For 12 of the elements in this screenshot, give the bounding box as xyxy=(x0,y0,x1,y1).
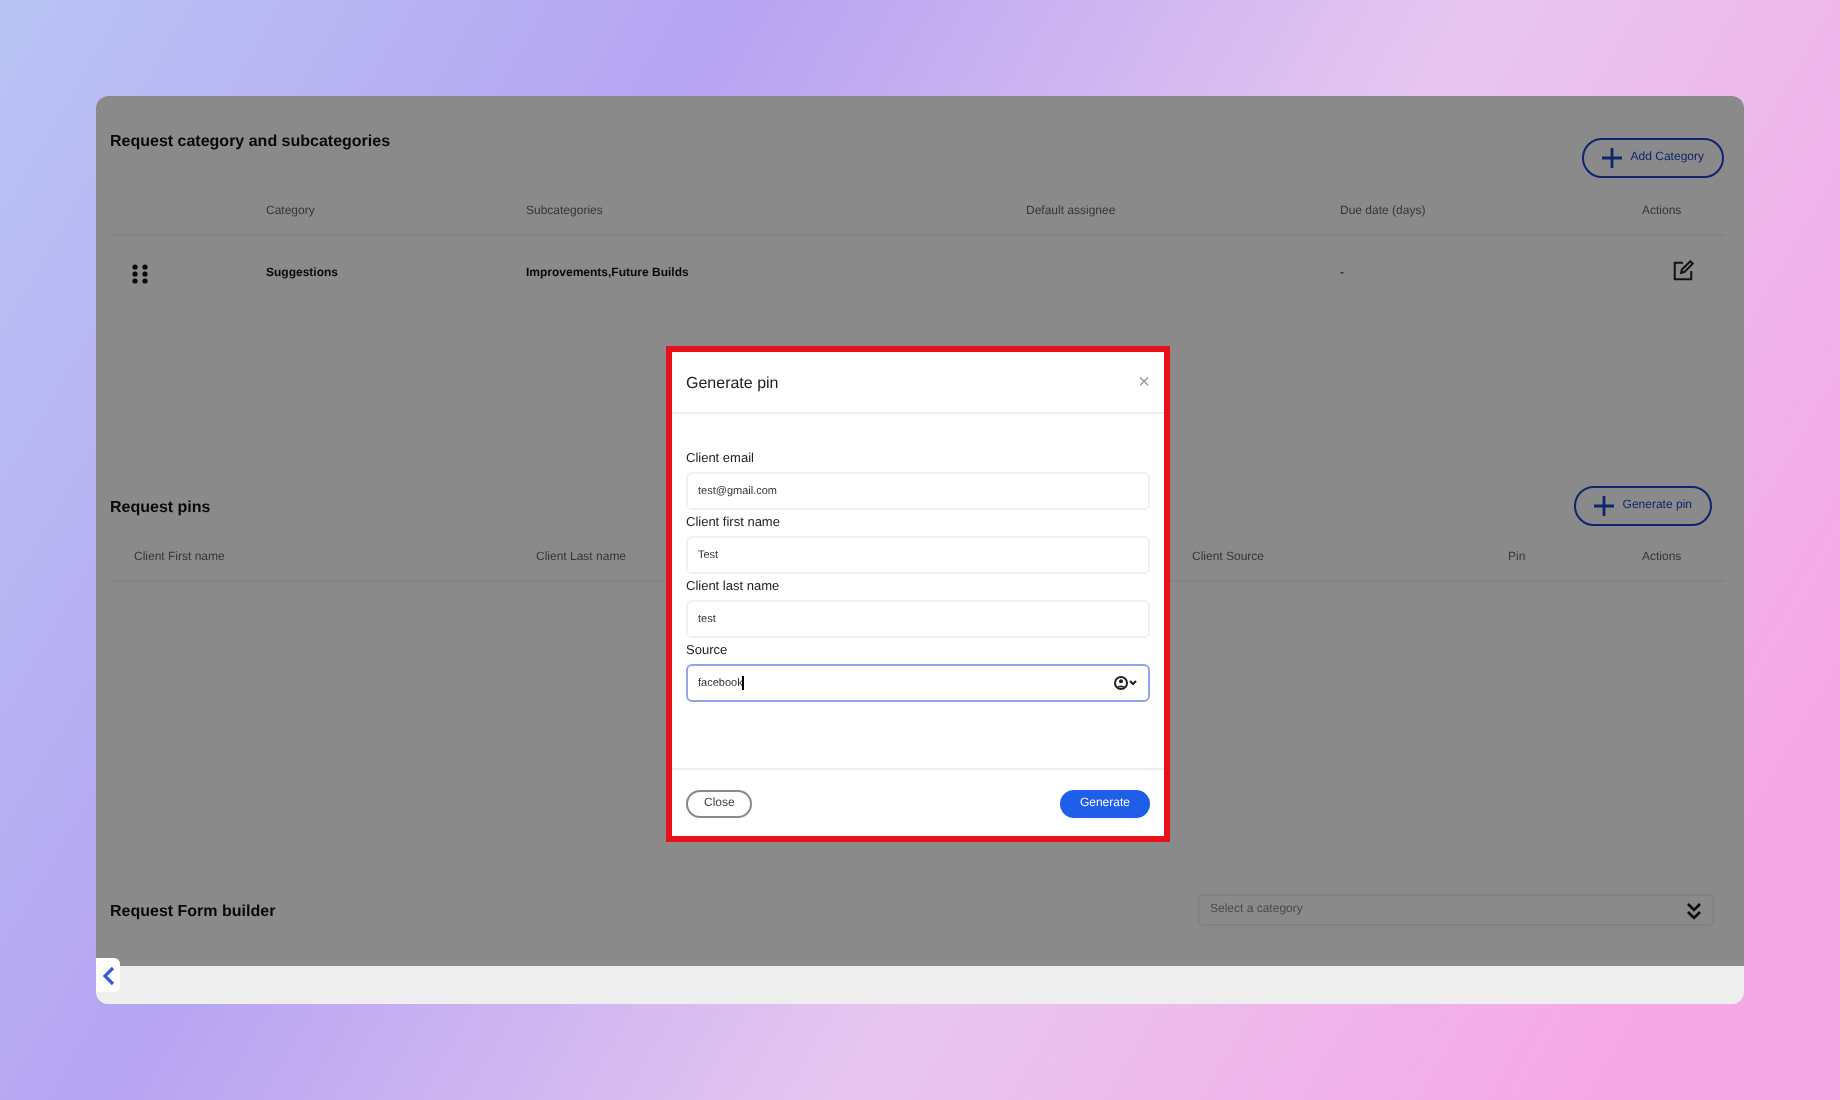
dialog-title: Generate pin xyxy=(686,373,779,391)
edit-icon[interactable] xyxy=(1672,260,1694,282)
drag-handle-icon[interactable] xyxy=(132,264,148,284)
plus-icon xyxy=(1594,496,1615,516)
section-title: Request category and subcategories xyxy=(110,132,391,150)
back-button[interactable] xyxy=(96,958,120,992)
chevron-left-icon xyxy=(101,965,115,985)
section-title: Request Form builder xyxy=(110,901,276,919)
double-chevron-down-icon xyxy=(1686,901,1702,919)
plus-icon xyxy=(1602,148,1623,168)
person-chevron-icon xyxy=(1114,676,1138,690)
section-title: Request pins xyxy=(110,497,211,515)
